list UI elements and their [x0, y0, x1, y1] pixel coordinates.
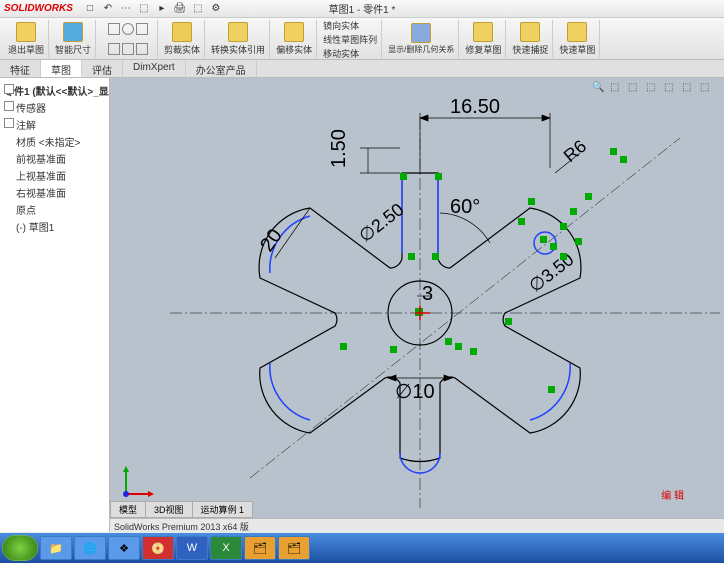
dim-60deg[interactable]: 60° — [450, 196, 480, 218]
convert-icon — [228, 22, 248, 42]
circle-icon[interactable] — [122, 23, 134, 35]
dim-r6[interactable]: R6 — [560, 136, 590, 166]
qat-rebuild-icon[interactable]: ⬚ — [191, 2, 205, 16]
exit-sketch-button[interactable]: 退出草图 — [4, 20, 49, 58]
tree-origin[interactable]: 原点 — [4, 201, 105, 218]
app-logo: SOLIDWORKS — [4, 3, 73, 14]
tree-front-plane[interactable]: 前视基准面 — [4, 150, 105, 167]
model-tabs: 模型 3D视图 运动算例 1 — [110, 501, 252, 518]
tab-motion[interactable]: 运动算例 1 — [192, 501, 254, 518]
sketch-drawing: 16.50 1.50 R6 60° 20 ∅2.50 ∅3.50 3 ∅10 — [110, 78, 724, 532]
dim-3[interactable]: 3 — [422, 283, 433, 305]
windows-taskbar: 📁 🌐 ❖ 📀 W X 🗂 🗂 — [0, 533, 724, 563]
taskbar-ie[interactable]: 🌐 — [74, 536, 106, 560]
line-icon[interactable] — [108, 23, 120, 35]
taskbar-word[interactable]: W — [176, 536, 208, 560]
relations-button[interactable]: 显示/删除几何关系 — [384, 20, 459, 58]
qat-redo-icon[interactable]: 🖨 — [173, 2, 187, 16]
repair-icon — [473, 22, 493, 42]
graphics-viewport[interactable]: 🔍 ⬚ ⬚ ⬚ ⬚ ⬚ ⬚ — [110, 78, 724, 532]
smart-dimension-button[interactable]: 智能尺寸 — [51, 20, 96, 58]
tab-dimxpert[interactable]: DimXpert — [123, 60, 186, 77]
tree-root[interactable]: 零件1 (默认<<默认>_显示状态 — [4, 82, 105, 99]
qat-new-icon[interactable]: □ — [83, 2, 97, 16]
tree-sensors[interactable]: 传感器 — [4, 99, 105, 116]
qat-print-icon[interactable]: ⬚ — [137, 2, 151, 16]
tab-features[interactable]: 特征 — [0, 60, 41, 77]
window-title: 草图1 - 零件1 * — [329, 1, 396, 16]
taskbar-app1[interactable]: ❖ — [108, 536, 140, 560]
exit-sketch-icon — [16, 22, 36, 42]
snap-icon — [520, 22, 540, 42]
arc-icon[interactable] — [136, 23, 148, 35]
tree-top-plane[interactable]: 上视基准面 — [4, 167, 105, 184]
rapid-icon — [567, 22, 587, 42]
titlebar: SOLIDWORKS □ ↶ ⋯ ⬚ ▸ 🖨 ⬚ ⚙ 草图1 - 零件1 * — [0, 0, 724, 18]
qat-open-icon[interactable]: ↶ — [101, 2, 115, 16]
tab-evaluate[interactable]: 评估 — [82, 60, 123, 77]
rect-icon[interactable] — [108, 43, 120, 55]
rapid-sketch-button[interactable]: 快速草图 — [555, 20, 600, 58]
start-button[interactable] — [2, 535, 38, 561]
quick-access-toolbar: □ ↶ ⋯ ⬚ ▸ 🖨 ⬚ ⚙ — [83, 2, 223, 16]
taskbar-app2[interactable]: 🗂 — [244, 536, 276, 560]
tab-office[interactable]: 办公室产品 — [186, 60, 257, 77]
command-manager-tabs: 特征 草图 评估 DimXpert 办公室产品 — [0, 60, 724, 78]
tab-model[interactable]: 模型 — [110, 501, 146, 518]
tree-sketch1[interactable]: (-) 草图1 — [4, 218, 105, 235]
ribbon: 退出草图 智能尺寸 剪裁实体 转换实体引用 偏移实体 镜向实体 线性草图阵列 移… — [0, 18, 724, 60]
feature-tree[interactable]: 零件1 (默认<<默认>_显示状态 传感器 注解 材质 <未指定> 前视基准面 … — [0, 78, 110, 532]
status-bar: SolidWorks Premium 2013 x64 版 — [110, 518, 724, 532]
dim-dia-3-50[interactable]: ∅3.50 — [525, 249, 577, 296]
qat-options-icon[interactable]: ⚙ — [209, 2, 223, 16]
relations-icon — [411, 23, 431, 43]
main-area: 零件1 (默认<<默认>_显示状态 传感器 注解 材质 <未指定> 前视基准面 … — [0, 78, 724, 532]
tree-annotations[interactable]: 注解 — [4, 116, 105, 133]
tree-right-plane[interactable]: 右视基准面 — [4, 184, 105, 201]
tab-sketch[interactable]: 草图 — [41, 60, 82, 77]
taskbar-solidworks[interactable]: 📀 — [142, 536, 174, 560]
sketch-tools-group — [98, 20, 158, 58]
repair-button[interactable]: 修复草图 — [461, 20, 506, 58]
taskbar-app3[interactable]: 🗂 — [278, 536, 310, 560]
offset-icon — [284, 22, 304, 42]
offset-button[interactable]: 偏移实体 — [272, 20, 317, 58]
dimension-icon — [63, 22, 83, 42]
qat-undo-icon[interactable]: ▸ — [155, 2, 169, 16]
snap-button[interactable]: 快速捕捉 — [508, 20, 553, 58]
mirror-pattern-group: 镜向实体 线性草图阵列 移动实体 — [319, 20, 382, 58]
dim-16-50[interactable]: 16.50 — [450, 96, 500, 118]
tab-3dview[interactable]: 3D视图 — [145, 501, 193, 518]
axis-triad — [118, 462, 158, 502]
qat-save-icon[interactable]: ⋯ — [119, 2, 133, 16]
trim-icon — [172, 22, 192, 42]
spline-icon[interactable] — [122, 43, 134, 55]
convert-button[interactable]: 转换实体引用 — [207, 20, 270, 58]
taskbar-excel[interactable]: X — [210, 536, 242, 560]
edit-mode-label: 编 辑 — [661, 487, 684, 502]
tree-material[interactable]: 材质 <未指定> — [4, 133, 105, 150]
dim-dia-10[interactable]: ∅10 — [395, 381, 435, 403]
trim-button[interactable]: 剪裁实体 — [160, 20, 205, 58]
taskbar-explorer[interactable]: 📁 — [40, 536, 72, 560]
dim-dia-2-50[interactable]: ∅2.50 — [355, 199, 407, 246]
dim-1-50[interactable]: 1.50 — [328, 129, 350, 168]
point-icon[interactable] — [136, 43, 148, 55]
